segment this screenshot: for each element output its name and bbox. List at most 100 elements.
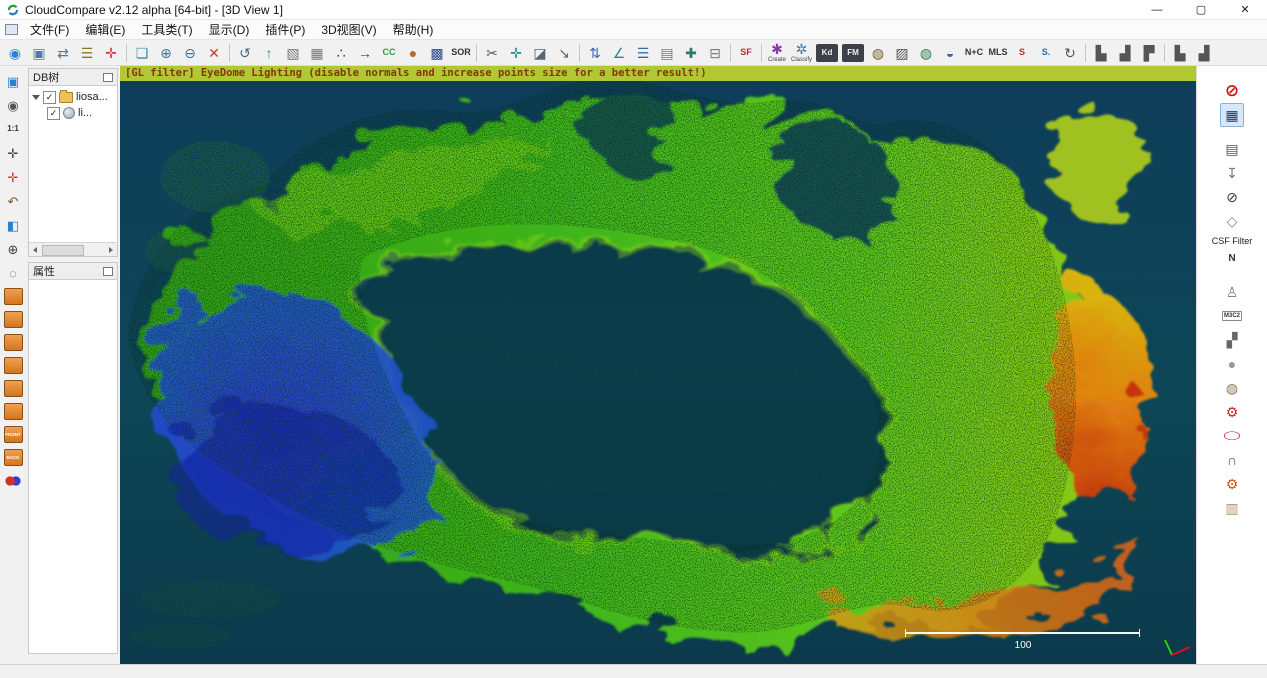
undock-icon[interactable]	[103, 73, 113, 82]
polyline-icon[interactable]: ∠	[607, 41, 631, 64]
front-view-icon[interactable]: FRONT	[4, 426, 23, 443]
magnifier-icon[interactable]: ◌	[2, 262, 24, 284]
m3c2-icon[interactable]: M3C2	[1221, 305, 1243, 327]
normals-icon[interactable]: N	[1221, 248, 1243, 270]
zoom-1-1-icon[interactable]: 1:1	[2, 118, 24, 140]
ransac-gear-icon[interactable]: ⚙	[1221, 401, 1243, 423]
raster-icon[interactable]: ▦	[305, 41, 329, 64]
point-picking-icon[interactable]: ✛	[504, 41, 528, 64]
tree-item-root[interactable]: ✓ liosa...	[31, 89, 115, 105]
facet-plugin-icon-1[interactable]: ▙	[1089, 41, 1113, 64]
octree-icon[interactable]: ▧	[281, 41, 305, 64]
remove-icon[interactable]: ⊟	[703, 41, 727, 64]
no-gl-filter-icon[interactable]: ⊘	[1221, 79, 1243, 101]
scissors-icon[interactable]: ✂	[480, 41, 504, 64]
child-window-icon[interactable]	[5, 24, 18, 35]
menu-edit[interactable]: 编辑(E)	[77, 19, 133, 40]
screenshot-icon[interactable]: ◉	[2, 94, 24, 116]
menu-3dview[interactable]: 3D视图(V)	[313, 19, 384, 40]
scrollbar-thumb[interactable]	[42, 245, 84, 256]
sort-icon[interactable]: ⇅	[583, 41, 607, 64]
cc-icon[interactable]: CC	[377, 41, 401, 64]
scroll-right-icon[interactable]	[105, 244, 117, 255]
magnet-icon[interactable]: ∩	[1221, 449, 1243, 471]
menu-help[interactable]: 帮助(H)	[385, 19, 442, 40]
facet-plugin-icon-4[interactable]: ▙	[1168, 41, 1192, 64]
facets-icon[interactable]: ♙	[1221, 281, 1243, 303]
menu-tools[interactable]: 工具类(T)	[133, 19, 200, 40]
sphere-grid-icon[interactable]: ◒	[938, 41, 962, 64]
add-icon[interactable]: ✚	[679, 41, 703, 64]
sra-icon[interactable]: S	[1010, 41, 1034, 64]
pivot-icon[interactable]: ✛	[2, 166, 24, 188]
loop-icon[interactable]: ↻	[1058, 41, 1082, 64]
rotate-view-icon[interactable]: ↶	[2, 190, 24, 212]
fm-tile-icon[interactable]: FM	[842, 44, 864, 62]
iso2-view-icon[interactable]	[4, 403, 23, 420]
expander-icon[interactable]	[32, 95, 40, 100]
facet-plugin-icon-3[interactable]: ▛	[1137, 41, 1161, 64]
checker-icon[interactable]: ▩	[425, 41, 449, 64]
fit-plane-icon[interactable]: ◪	[528, 41, 552, 64]
edl-filter-icon[interactable]: ▦	[1220, 103, 1244, 127]
undo-arrow-icon[interactable]: ↺	[233, 41, 257, 64]
render-to-file-icon[interactable]: ▣	[2, 70, 24, 92]
ellipse-icon[interactable]: ◯	[1221, 425, 1243, 447]
dem-icon[interactable]: ▨	[890, 41, 914, 64]
iso1-view-icon[interactable]	[4, 380, 23, 397]
animation-icon[interactable]: ▤	[1221, 138, 1243, 160]
facet-plugin-icon-2[interactable]: ▟	[1113, 41, 1137, 64]
properties-list-icon[interactable]: ☰	[75, 41, 99, 64]
maximize-button[interactable]: ▢	[1179, 0, 1223, 19]
tree-item-cloud[interactable]: ✓ li...	[47, 105, 115, 121]
delete-icon[interactable]: ✕	[202, 41, 226, 64]
resample-icon[interactable]: →	[353, 41, 377, 64]
menu-display[interactable]: 显示(D)	[201, 19, 258, 40]
disc-icon[interactable]: ◍	[866, 41, 890, 64]
pcv-sphere-icon[interactable]: ●	[1221, 353, 1243, 375]
spark-gear-icon[interactable]: ⚙	[1221, 473, 1243, 495]
horizontal-scrollbar[interactable]	[29, 242, 117, 256]
3d-viewport[interactable]: [GL filter] EyeDome Lighting (disable no…	[120, 66, 1196, 664]
poisson-icon[interactable]: ◍	[1221, 377, 1243, 399]
facet-plugin-icon-5[interactable]: ▟	[1192, 41, 1216, 64]
minimize-button[interactable]: —	[1135, 0, 1179, 19]
close-button[interactable]: ✕	[1223, 0, 1267, 19]
scatter-points-icon[interactable]: ∴	[329, 41, 353, 64]
comb-icon[interactable]: ▥	[1221, 497, 1243, 519]
levels-icon[interactable]: ☰	[631, 41, 655, 64]
sf-convert-icon[interactable]: SF	[734, 41, 758, 64]
menu-plugins[interactable]: 插件(P)	[257, 19, 313, 40]
zoom-fit-icon[interactable]: ✛	[2, 142, 24, 164]
apply-transform-icon[interactable]: ✛	[99, 41, 123, 64]
pan-icon[interactable]: ⊕	[2, 238, 24, 260]
scroll-left-icon[interactable]	[29, 244, 41, 255]
visibility-checkbox[interactable]: ✓	[43, 91, 56, 104]
right-view-icon[interactable]	[4, 357, 23, 374]
left-view-icon[interactable]	[4, 334, 23, 351]
globe-icon[interactable]: ◍	[914, 41, 938, 64]
merge-icon[interactable]: ⊕	[154, 41, 178, 64]
mls-icon[interactable]: MLS	[986, 41, 1010, 64]
subsample-icon[interactable]: ↑	[257, 41, 281, 64]
hpr-icon[interactable]: ⊘	[1221, 186, 1243, 208]
canupo-classify-icon[interactable]: ✲Classify	[789, 41, 814, 64]
shield-icon[interactable]: ◇	[1221, 210, 1243, 232]
plumbline-icon[interactable]: ↧	[1221, 162, 1243, 184]
sketchfab-icon[interactable]: S.	[1034, 41, 1058, 64]
sor-filter-icon[interactable]: SOR	[449, 41, 473, 64]
normals-compute-icon[interactable]: N+C	[962, 41, 986, 64]
kd-tile-icon[interactable]: Kd	[816, 44, 838, 62]
cross-section-icon[interactable]: ↘	[552, 41, 576, 64]
clone-icon[interactable]: ❏	[130, 41, 154, 64]
canupo-create-icon[interactable]: ✱Create	[765, 41, 789, 64]
global-shift-icon[interactable]: ⇄	[51, 41, 75, 64]
point-cloud-render[interactable]	[120, 66, 1196, 664]
compass-icon[interactable]: ▞	[1221, 329, 1243, 351]
perspective-icon[interactable]: ◧	[2, 214, 24, 236]
visibility-checkbox[interactable]: ✓	[47, 107, 60, 120]
open-icon[interactable]: ◉	[3, 41, 27, 64]
noise-sphere-icon[interactable]: ●	[401, 41, 425, 64]
save-icon[interactable]: ▣	[27, 41, 51, 64]
bottom-view-icon[interactable]	[4, 311, 23, 328]
